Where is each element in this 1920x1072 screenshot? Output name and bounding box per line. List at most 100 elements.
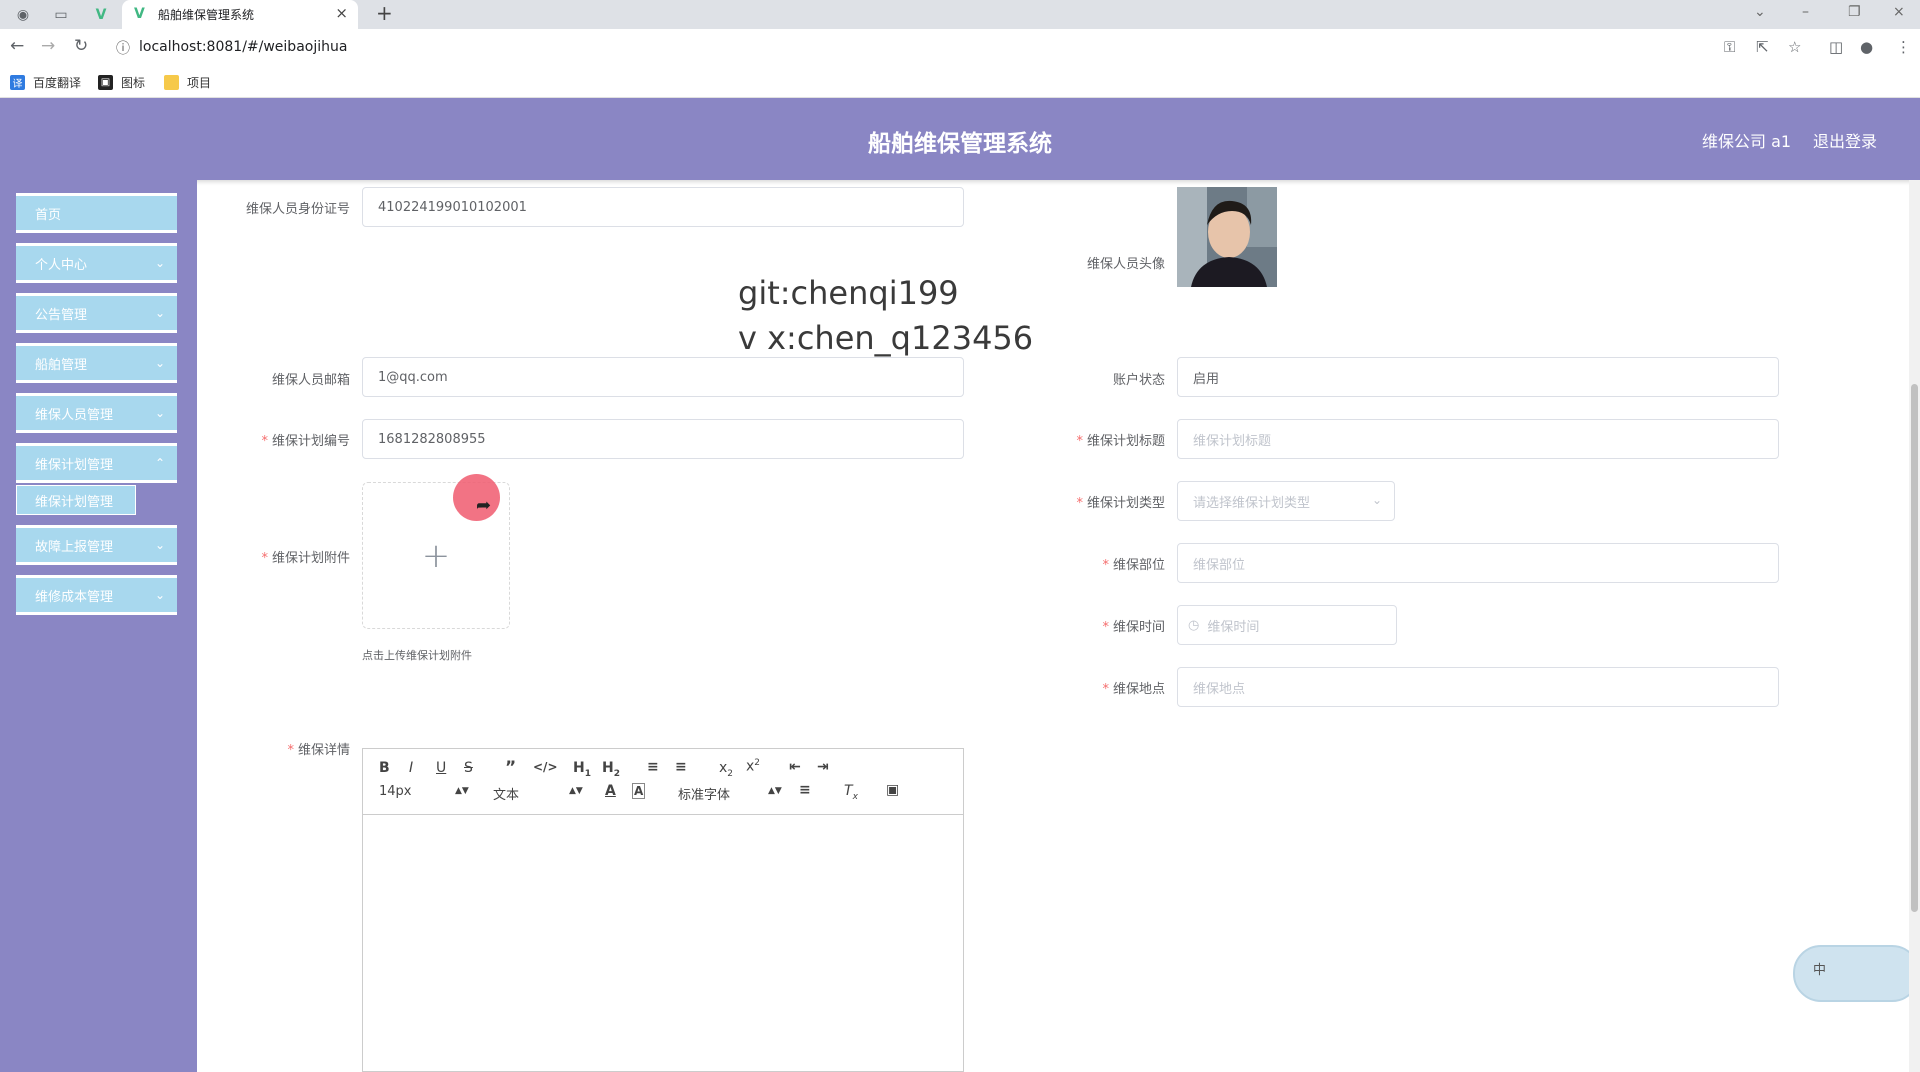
bookmark-baidu-translate[interactable]: 译 百度翻译 [10, 74, 81, 91]
plan-no-label: * 维保计划编号 [261, 434, 350, 449]
id-card-field[interactable]: 410224199010102001 [362, 187, 964, 227]
sidebar-subitem-plan[interactable]: 维保计划管理 [16, 485, 136, 515]
bookmark-icons[interactable]: ▣ 图标 [98, 74, 145, 91]
header-select[interactable]: 文本 ▲▼ [493, 784, 583, 803]
key-icon[interactable]: ⚿ [1724, 38, 1735, 56]
sidebar-item-ship[interactable]: 船舶管理 ⌄ [16, 343, 177, 383]
plan-type-label: * 维保计划类型 [1076, 496, 1165, 511]
translate-icon: 译 [10, 75, 25, 90]
watermark-line2: v x:chen_q123456 [738, 319, 1034, 357]
page-scrollbar[interactable] [1909, 180, 1920, 1072]
close-tab-icon[interactable]: × [335, 4, 348, 22]
sidebar-item-plan[interactable]: 维保计划管理 ⌃ [16, 443, 177, 483]
url-field[interactable]: ⓘ localhost:8081/#/weibaojihua [112, 33, 1712, 62]
location-field[interactable]: 维保地点 [1177, 667, 1779, 707]
current-user[interactable]: 维保公司 a1 [1702, 128, 1791, 152]
blockquote-icon[interactable]: ” [505, 758, 516, 778]
plan-title-label-text: 维保计划标题 [1086, 434, 1165, 449]
strikethrough-icon[interactable]: S [464, 760, 473, 776]
outdent-icon[interactable]: ⇤ [789, 759, 801, 775]
clock-icon: ◷ [1188, 617, 1200, 633]
bookmark-label: 项目 [187, 76, 212, 90]
email-field[interactable]: 1@qq.com [362, 357, 964, 397]
account-status-field[interactable]: 启用 [1177, 357, 1779, 397]
part-field[interactable]: 维保部位 [1177, 543, 1779, 583]
tab-search-icon[interactable]: ⌄ [1754, 4, 1766, 20]
plan-no-field[interactable]: 1681282808955 [362, 419, 964, 459]
details-editor[interactable]: B I U S ” </> H1 H2 ≡ ≡ x2 x2 ⇤ ⇥ 14px ▲… [362, 748, 964, 1072]
new-tab-icon[interactable]: + [376, 1, 393, 25]
forward-icon[interactable]: → [41, 36, 55, 56]
sidepanel-icon[interactable]: ◫ [1829, 38, 1843, 56]
kebab-menu-icon[interactable]: ⋮ [1896, 38, 1911, 56]
sidebar-item-notice[interactable]: 公告管理 ⌄ [16, 293, 177, 333]
account-status-value: 启用 [1193, 371, 1220, 387]
site-info-icon[interactable]: ⓘ [116, 38, 130, 58]
insert-image-icon[interactable]: ▣ [886, 782, 899, 798]
id-card-label: 维保人员身份证号 [245, 202, 350, 217]
plan-no-value: 1681282808955 [378, 431, 486, 447]
mouse-cursor-icon: ➦ [476, 495, 492, 516]
restore-icon[interactable]: ❐ [1848, 4, 1861, 20]
location-label: * 维保地点 [1102, 682, 1165, 697]
sidebar-item-personal-center[interactable]: 个人中心 ⌄ [16, 243, 177, 283]
location-placeholder: 维保地点 [1193, 681, 1246, 697]
code-icon[interactable]: </> [533, 760, 558, 774]
background-color-icon[interactable]: A [632, 783, 646, 799]
blank-tab-icon[interactable]: ▭ [50, 4, 72, 26]
vue-tab-icon[interactable]: V [90, 4, 112, 26]
plan-type-select[interactable]: 请选择维保计划类型 ⌄ [1177, 481, 1395, 521]
font-size-select[interactable]: 14px ▲▼ [379, 784, 469, 799]
logout-button[interactable]: 退出登录 [1813, 128, 1877, 152]
window-close-icon[interactable]: × [1893, 4, 1905, 20]
font-family-select[interactable]: 标准字体 ▲▼ [678, 784, 782, 803]
app-header: 船舶维保管理系统 维保公司 a1 退出登录 [0, 98, 1920, 180]
browser-tab-active[interactable]: V 船舶维保管理系统 × [122, 0, 358, 29]
superscript-icon[interactable]: x2 [746, 758, 760, 775]
reload-icon[interactable]: ↻ [74, 36, 88, 56]
time-picker[interactable]: ◷ 维保时间 [1177, 605, 1397, 645]
underline-icon[interactable]: U [436, 760, 446, 776]
profile-icon[interactable]: ● [1860, 38, 1873, 56]
sidebar-item-label: 公告管理 [35, 307, 88, 323]
sidebar-item-home[interactable]: 首页 [16, 193, 177, 233]
minimize-icon[interactable]: – [1802, 4, 1809, 20]
chevron-down-icon: ⌄ [154, 306, 165, 320]
avatar-photo [1177, 187, 1277, 287]
italic-icon[interactable]: I [409, 760, 413, 776]
ordered-list-icon[interactable]: ≡ [647, 759, 659, 775]
plan-title-field[interactable]: 维保计划标题 [1177, 419, 1779, 459]
sidebar-item-staff[interactable]: 维保人员管理 ⌄ [16, 393, 177, 433]
align-icon[interactable]: ≡ [799, 782, 811, 798]
indent-icon[interactable]: ⇥ [817, 759, 829, 775]
bookmark-project[interactable]: 项目 [164, 74, 211, 91]
sidebar-item-label: 维保计划管理 [35, 457, 114, 473]
heading1-icon[interactable]: H1 [573, 760, 591, 779]
sidebar-subitem-label: 维保计划管理 [35, 494, 114, 510]
time-placeholder: 维保时间 [1207, 619, 1260, 635]
select-arrows-icon: ▲▼ [569, 786, 583, 796]
plan-type-placeholder: 请选择维保计划类型 [1193, 495, 1311, 511]
clear-format-icon[interactable]: Tx [844, 783, 858, 802]
floating-input-widget[interactable]: 中 [1793, 945, 1920, 1002]
subscript-icon[interactable]: x2 [719, 760, 733, 779]
bookmark-label: 图标 [121, 76, 146, 90]
bullet-list-icon[interactable]: ≡ [675, 759, 687, 775]
heading2-icon[interactable]: H2 [602, 760, 620, 779]
location-label-text: 维保地点 [1112, 682, 1165, 697]
chevron-down-icon: ⌄ [154, 538, 165, 552]
chevron-down-icon: ⌄ [1371, 493, 1382, 507]
sidebar-item-label: 维修成本管理 [35, 589, 114, 605]
scrollbar-thumb[interactable] [1911, 384, 1918, 912]
font-family-value: 标准字体 [678, 788, 731, 803]
font-color-icon[interactable]: A [605, 783, 616, 799]
star-icon[interactable]: ☆ [1788, 38, 1801, 56]
staff-avatar[interactable] [1177, 187, 1277, 287]
plus-icon: + [421, 535, 451, 576]
share-icon[interactable]: ⇱ [1756, 38, 1769, 56]
sidebar-item-repair-cost[interactable]: 维修成本管理 ⌄ [16, 575, 177, 615]
globe-icon[interactable]: ◉ [12, 4, 34, 26]
back-icon[interactable]: ← [10, 36, 24, 56]
sidebar-item-fault-report[interactable]: 故障上报管理 ⌄ [16, 525, 177, 565]
bold-icon[interactable]: B [379, 760, 390, 776]
